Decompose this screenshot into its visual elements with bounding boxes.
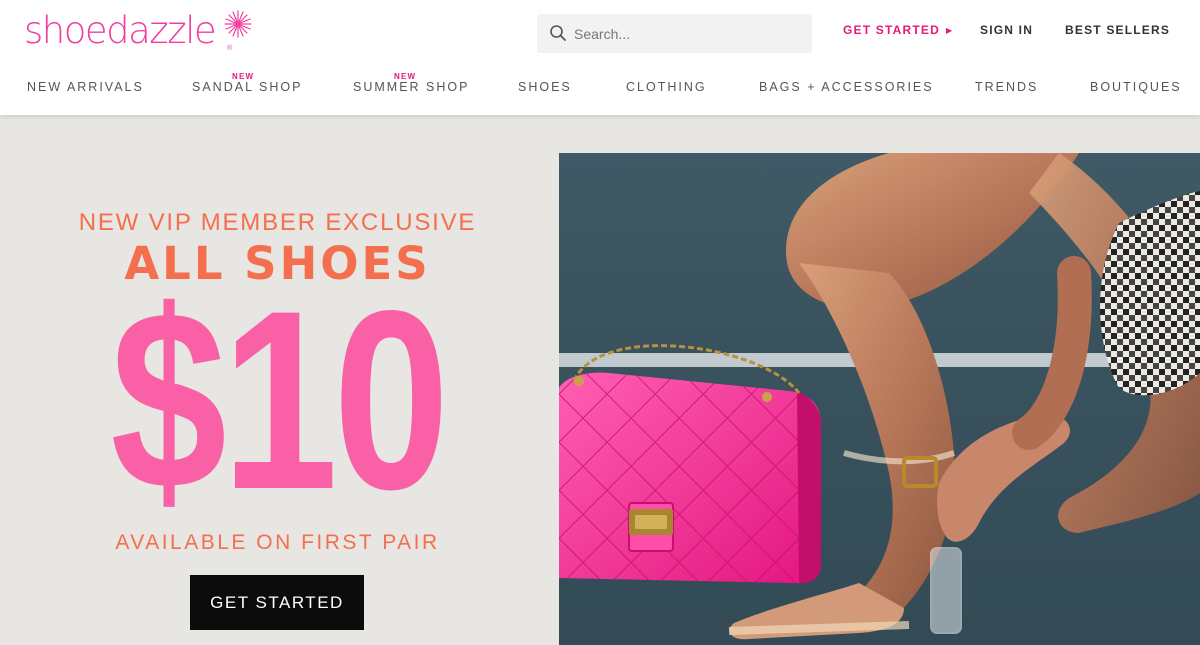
nav-item-clothing[interactable]: CLOTHING bbox=[626, 80, 707, 94]
sign-in-link[interactable]: SIGN IN bbox=[980, 23, 1033, 37]
hero-photo-illustration bbox=[559, 153, 1200, 645]
promo-eyebrow: NEW VIP MEMBER EXCLUSIVE bbox=[78, 209, 477, 236]
registered-mark: ® bbox=[227, 45, 233, 52]
site-header: shoedazzle ® GET STARTED ▶ SIGN IN BEST S… bbox=[0, 0, 1200, 115]
nav-item-summer-shop[interactable]: SUMMER SHOP bbox=[353, 80, 469, 94]
hero-banner: NEW VIP MEMBER EXCLUSIVE ALL SHOES $10 A… bbox=[0, 115, 1200, 645]
brand-logo[interactable]: shoedazzle ® bbox=[24, 8, 256, 58]
promo-subtext: AVAILABLE ON FIRST PAIR bbox=[115, 531, 440, 554]
sparkle-icon bbox=[224, 10, 252, 38]
nav-item-trends[interactable]: TRENDS bbox=[975, 80, 1038, 94]
nav-item-boutiques[interactable]: BOUTIQUES bbox=[1090, 80, 1182, 94]
hero-get-started-button[interactable]: GET STARTED bbox=[190, 575, 364, 630]
search-input[interactable] bbox=[574, 14, 802, 53]
nav-item-bags-accessories[interactable]: BAGS + ACCESSORIES bbox=[759, 80, 934, 94]
promo-price: $10 bbox=[110, 258, 449, 543]
best-sellers-link[interactable]: BEST SELLERS bbox=[1065, 23, 1170, 37]
nav-item-new-arrivals[interactable]: NEW ARRIVALS bbox=[27, 80, 144, 94]
search-icon bbox=[550, 25, 566, 41]
hero-photo[interactable] bbox=[559, 153, 1200, 645]
header-get-started-label: GET STARTED bbox=[843, 23, 940, 37]
nav-item-sandal-shop[interactable]: SANDAL SHOP bbox=[192, 80, 302, 94]
search-box bbox=[537, 14, 812, 53]
nav-item-shoes[interactable]: SHOES bbox=[518, 80, 572, 94]
brand-logo-text: shoedazzle bbox=[24, 9, 217, 52]
header-get-started-link[interactable]: GET STARTED ▶ bbox=[843, 23, 953, 37]
caret-right-icon: ▶ bbox=[945, 26, 954, 35]
